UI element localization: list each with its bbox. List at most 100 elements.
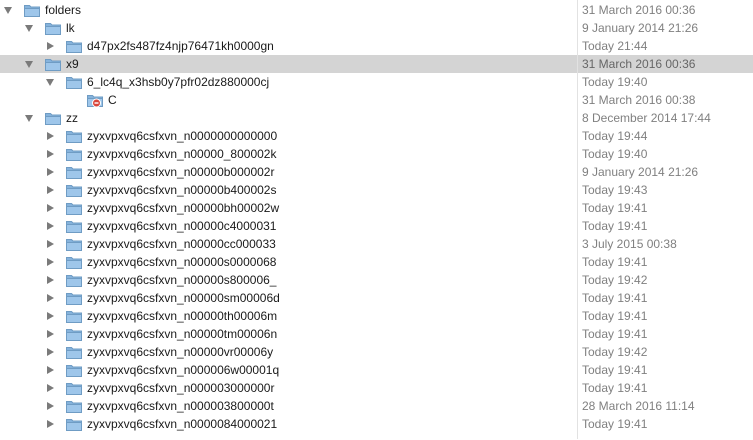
date-modified: 3 July 2015 00:38 — [582, 237, 677, 251]
file-row[interactable]: folders 31 March 2016 00:36 — [0, 1, 753, 19]
file-row[interactable]: zyxvpxvq6csfxvn_n0000000000000 Today 19:4… — [0, 127, 753, 145]
folder-icon — [65, 38, 83, 54]
disclosure-collapsed-icon[interactable] — [43, 145, 57, 163]
folder-icon — [65, 146, 83, 162]
restricted-folder-icon — [86, 92, 104, 108]
disclosure-collapsed-icon[interactable] — [43, 415, 57, 433]
folder-icon — [65, 416, 83, 432]
date-modified: Today 19:41 — [582, 219, 648, 233]
folder-icon — [65, 254, 83, 270]
file-row[interactable]: zyxvpxvq6csfxvn_n00000s800006_ Today 19:4… — [0, 271, 753, 289]
file-name: lk — [66, 21, 75, 35]
disclosure-collapsed-icon[interactable] — [43, 361, 57, 379]
disclosure-collapsed-icon[interactable] — [43, 343, 57, 361]
folder-icon — [23, 2, 41, 18]
file-name: zyxvpxvq6csfxvn_n0000084000021 — [87, 417, 278, 431]
disclosure-collapsed-icon[interactable] — [43, 163, 57, 181]
disclosure-collapsed-icon[interactable] — [43, 181, 57, 199]
date-modified: Today 19:41 — [582, 291, 648, 305]
file-row[interactable]: x9 31 March 2016 00:36 — [0, 55, 753, 73]
disclosure-collapsed-icon[interactable] — [43, 271, 57, 289]
folder-icon — [65, 236, 83, 252]
folder-icon — [65, 182, 83, 198]
date-modified: Today 19:41 — [582, 201, 648, 215]
disclosure-collapsed-icon[interactable] — [43, 37, 57, 55]
folder-icon — [65, 74, 83, 90]
file-name: zyxvpxvq6csfxvn_n00000cc000033 — [87, 237, 276, 251]
disclosure-collapsed-icon[interactable] — [43, 379, 57, 397]
file-row[interactable]: zyxvpxvq6csfxvn_n000006w00001q Today 19:4… — [0, 361, 753, 379]
file-name: zz — [66, 111, 78, 125]
file-list: folders 31 March 2016 00:36 lk 9 January 20… — [0, 0, 753, 440]
file-row[interactable]: zyxvpxvq6csfxvn_n00000bh00002w Today 19:4… — [0, 199, 753, 217]
disclosure-collapsed-icon[interactable] — [43, 253, 57, 271]
folder-icon — [65, 308, 83, 324]
disclosure-collapsed-icon[interactable] — [43, 397, 57, 415]
date-modified: Today 21:44 — [582, 39, 648, 53]
folder-icon — [44, 110, 62, 126]
file-row[interactable]: C 31 March 2016 00:38 — [0, 91, 753, 109]
date-modified: Today 19:43 — [582, 183, 648, 197]
date-modified: 31 March 2016 00:36 — [582, 3, 696, 17]
disclosure-expanded-icon[interactable] — [22, 55, 36, 73]
file-row[interactable]: zyxvpxvq6csfxvn_n00000th00006m Today 19:4… — [0, 307, 753, 325]
file-row[interactable]: zyxvpxvq6csfxvn_n00000tm00006n Today 19:4… — [0, 325, 753, 343]
file-row[interactable]: zyxvpxvq6csfxvn_n000003800000t 28 March 2… — [0, 397, 753, 415]
file-name: zyxvpxvq6csfxvn_n000006w00001q — [87, 363, 280, 377]
date-modified: Today 19:42 — [582, 273, 648, 287]
date-modified: Today 19:40 — [582, 147, 648, 161]
disclosure-expanded-icon[interactable] — [22, 19, 36, 37]
date-modified: 9 January 2014 21:26 — [582, 165, 699, 179]
folder-icon — [65, 290, 83, 306]
file-row[interactable]: zyxvpxvq6csfxvn_n00000_800002k Today 19:4… — [0, 145, 753, 163]
file-name: x9 — [66, 57, 79, 71]
file-row[interactable]: 6_lc4q_x3hsb0y7pfr02dz880000cj Today 19:4… — [0, 73, 753, 91]
file-row[interactable]: zyxvpxvq6csfxvn_n00000sm00006d Today 19:4… — [0, 289, 753, 307]
file-name: zyxvpxvq6csfxvn_n00000b400002s — [87, 183, 277, 197]
disclosure-expanded-icon[interactable] — [1, 1, 15, 19]
disclosure-collapsed-icon[interactable] — [43, 235, 57, 253]
date-modified: 31 March 2016 00:38 — [582, 93, 696, 107]
folder-icon — [65, 362, 83, 378]
disclosure-collapsed-icon[interactable] — [43, 127, 57, 145]
date-modified: Today 19:42 — [582, 345, 648, 359]
file-name: zyxvpxvq6csfxvn_n00000tm00006n — [87, 327, 278, 341]
date-modified: Today 19:41 — [582, 309, 648, 323]
file-row[interactable]: zyxvpxvq6csfxvn_n0000084000021 Today 19:4… — [0, 415, 753, 433]
file-row[interactable]: zz 8 December 2014 17:44 — [0, 109, 753, 127]
file-row[interactable]: zyxvpxvq6csfxvn_n00000cc000033 3 July 201… — [0, 235, 753, 253]
file-row[interactable]: zyxvpxvq6csfxvn_n00000s0000068 Today 19:4… — [0, 253, 753, 271]
file-name: zyxvpxvq6csfxvn_n00000_800002k — [87, 147, 277, 161]
file-name: zyxvpxvq6csfxvn_n00000th00006m — [87, 309, 278, 323]
folder-icon — [65, 272, 83, 288]
date-modified: 8 December 2014 17:44 — [582, 111, 711, 125]
disclosure-expanded-icon[interactable] — [22, 109, 36, 127]
folder-icon — [65, 326, 83, 342]
folder-icon — [65, 164, 83, 180]
file-row[interactable]: lk 9 January 2014 21:26 — [0, 19, 753, 37]
file-name: zyxvpxvq6csfxvn_n00000c4000031 — [87, 219, 277, 233]
file-row[interactable]: zyxvpxvq6csfxvn_n00000b400002s Today 19:4… — [0, 181, 753, 199]
disclosure-collapsed-icon[interactable] — [43, 325, 57, 343]
file-name: folders — [45, 3, 82, 17]
file-row[interactable]: zyxvpxvq6csfxvn_n000003000000r Today 19:4… — [0, 379, 753, 397]
date-modified: Today 19:40 — [582, 75, 648, 89]
file-row[interactable]: d47px2fs487fz4njp76471kh0000gn Today 21:4… — [0, 37, 753, 55]
folder-icon — [44, 20, 62, 36]
date-modified: Today 19:41 — [582, 417, 648, 431]
file-name: zyxvpxvq6csfxvn_n00000b000002r — [87, 165, 275, 179]
folder-icon — [65, 200, 83, 216]
date-modified: Today 19:44 — [582, 129, 648, 143]
file-row[interactable]: zyxvpxvq6csfxvn_n00000c4000031 Today 19:4… — [0, 217, 753, 235]
disclosure-collapsed-icon[interactable] — [43, 199, 57, 217]
disclosure-expanded-icon[interactable] — [43, 73, 57, 91]
folder-icon — [65, 344, 83, 360]
date-modified: 9 January 2014 21:26 — [582, 21, 699, 35]
disclosure-collapsed-icon[interactable] — [43, 289, 57, 307]
disclosure-collapsed-icon[interactable] — [43, 217, 57, 235]
file-row[interactable]: zyxvpxvq6csfxvn_n00000b000002r 9 January … — [0, 163, 753, 181]
disclosure-collapsed-icon[interactable] — [43, 307, 57, 325]
file-name: zyxvpxvq6csfxvn_n00000bh00002w — [87, 201, 280, 215]
file-row[interactable]: zyxvpxvq6csfxvn_n00000vr00006y Today 19:4… — [0, 343, 753, 361]
date-modified: 28 March 2016 11:14 — [582, 399, 695, 413]
